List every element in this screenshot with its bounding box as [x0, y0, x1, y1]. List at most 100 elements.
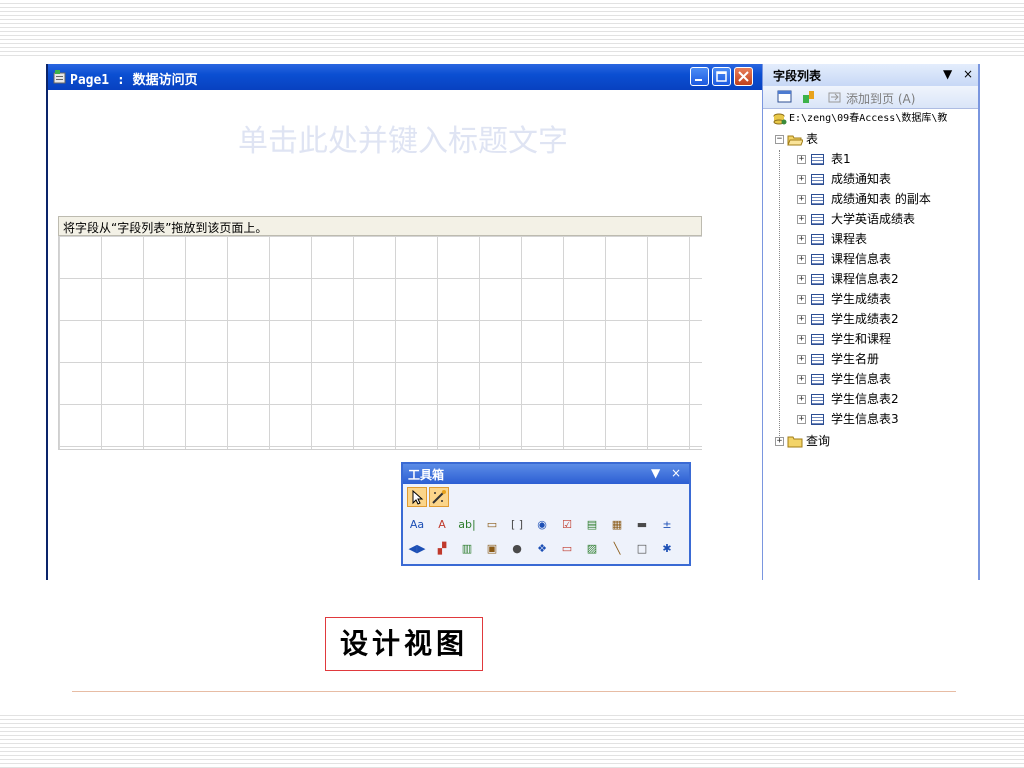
toolbox-tool-icon[interactable]: ●	[507, 539, 527, 559]
toolbox-title: 工具箱	[408, 468, 445, 482]
field-list-toolbar: 添加到页 (A)	[763, 86, 978, 109]
close-button[interactable]	[734, 67, 753, 86]
background-stripes-bottom	[0, 712, 1024, 768]
table-name: 表1	[831, 152, 851, 166]
data-access-page-icon	[53, 70, 66, 84]
toolbox-tool-icon[interactable]: ▥	[457, 539, 477, 559]
toolbox-tool-icon[interactable]: ▞	[432, 539, 452, 559]
chevron-down-icon[interactable]: ▼	[943, 67, 952, 81]
folder-open-icon	[787, 135, 803, 146]
design-grid[interactable]	[58, 236, 702, 450]
maximize-icon	[716, 71, 727, 82]
table-name: 学生信息表2	[831, 392, 899, 406]
add-to-page-button[interactable]: 添加到页 (A)	[846, 90, 915, 107]
table-name: 成绩通知表 的副本	[831, 192, 931, 206]
page-title-placeholder[interactable]: 单击此处并键入标题文字	[46, 116, 760, 160]
expand-icon[interactable]: +	[797, 155, 806, 164]
toolbox-tool-icon[interactable]: A	[432, 515, 452, 535]
expand-icon[interactable]: +	[797, 335, 806, 344]
table-icon	[811, 254, 824, 265]
toolbox-tool-icon[interactable]: ▤	[582, 515, 602, 535]
toolbox-tool-icon[interactable]: ab|	[457, 515, 477, 535]
table-name: 成绩通知表	[831, 172, 892, 186]
toolbox-tool-icon[interactable]: ☑	[557, 515, 577, 535]
toolbox-tool-icon[interactable]: ❖	[532, 539, 552, 559]
expand-icon[interactable]: +	[797, 315, 806, 324]
toolbox-tool-icon[interactable]: ▨	[582, 539, 602, 559]
queries-label: 查询	[806, 434, 831, 448]
table-icon	[811, 374, 824, 385]
table-icon	[811, 354, 824, 365]
expand-icon[interactable]: +	[775, 437, 784, 446]
table-icon	[811, 174, 824, 185]
expand-icon[interactable]: +	[797, 175, 806, 184]
background-stripes-top	[0, 0, 1024, 56]
expand-icon[interactable]: +	[797, 275, 806, 284]
toolbox-tool-icon[interactable]: ▬	[632, 515, 652, 535]
folder-icon	[787, 436, 803, 448]
table-icon	[811, 154, 824, 165]
expand-icon[interactable]: +	[797, 355, 806, 364]
section-header: 将字段从“字段列表”拖放到该页面上。	[58, 216, 702, 236]
expand-icon[interactable]: +	[797, 235, 806, 244]
divider-line	[72, 691, 956, 692]
close-icon	[738, 71, 749, 82]
toolbox-header[interactable]: 工具箱 ▼ ×	[403, 464, 689, 484]
expand-icon[interactable]: +	[797, 415, 806, 424]
expand-icon[interactable]: +	[797, 295, 806, 304]
toolbox-tool-icon[interactable]: ✱	[657, 539, 677, 559]
database-path: E:\zeng\09春Access\数据库\教	[789, 113, 948, 124]
table-icon	[811, 314, 824, 325]
window-titlebar[interactable]: Page1 : 数据访问页	[48, 64, 762, 90]
toolbox-tool-icon[interactable]: ▦	[607, 515, 627, 535]
expand-icon[interactable]: +	[797, 215, 806, 224]
table-icon	[811, 234, 824, 245]
toolbox-tool-icon[interactable]: ╲	[607, 539, 627, 559]
minimize-button[interactable]	[690, 67, 709, 86]
toolbox-tool-icon[interactable]: Aa	[407, 515, 427, 535]
properties-icon[interactable]	[801, 89, 816, 104]
table-name: 课程信息表2	[831, 272, 899, 286]
collapse-icon[interactable]: −	[775, 135, 784, 144]
close-icon[interactable]: ×	[963, 67, 973, 81]
maximize-button[interactable]	[712, 67, 731, 86]
field-list-title: 字段列表	[773, 69, 822, 83]
toolbox-tool-icon[interactable]: □	[632, 539, 652, 559]
table-name: 学生信息表	[831, 372, 892, 386]
table-icon	[811, 394, 824, 405]
table-icon	[811, 214, 824, 225]
field-list-header[interactable]: 字段列表 ▼ ×	[763, 64, 978, 86]
table-name: 学生信息表3	[831, 412, 899, 426]
toolbox-tool-icon[interactable]: ▭	[557, 539, 577, 559]
expand-icon[interactable]: +	[797, 395, 806, 404]
toolbox-tool-icon[interactable]: ◉	[532, 515, 552, 535]
control-wizards-tool-icon[interactable]	[429, 487, 449, 507]
expand-icon[interactable]: +	[797, 375, 806, 384]
table-name: 学生名册	[831, 352, 880, 366]
table-icon	[811, 274, 824, 285]
tree-connector	[779, 150, 780, 440]
close-icon[interactable]: ×	[671, 466, 681, 480]
table-icon	[811, 414, 824, 425]
tables-label: 表	[806, 132, 819, 146]
toolbox-tool-icon[interactable]: ◀▶	[407, 539, 427, 559]
table-name: 学生成绩表2	[831, 312, 899, 326]
add-to-page-icon	[828, 92, 841, 103]
table-name: 学生和课程	[831, 332, 892, 346]
toolbox-tool-icon[interactable]: ±	[657, 515, 677, 535]
select-objects-tool-icon[interactable]	[407, 487, 427, 507]
minimize-icon	[695, 79, 702, 81]
expand-icon[interactable]: +	[797, 255, 806, 264]
toolbox-tool-icon[interactable]: ▣	[482, 539, 502, 559]
chevron-down-icon[interactable]: ▼	[651, 466, 660, 480]
toolbox-panel: 工具箱 ▼ × Aa Aab| ▭[ ] ◉ ☑ ▤ ▦ ▬ ± ◀▶ ▞ ▥ ▣ ● ❖ ▭ ▨ ╲ □ ✱	[401, 462, 691, 566]
caption-design-view: 设计视图	[325, 617, 483, 671]
table-icon	[811, 294, 824, 305]
table-name: 课程信息表	[831, 252, 892, 266]
expand-icon[interactable]: +	[797, 195, 806, 204]
toolbox-tool-icon[interactable]: ▭	[482, 515, 502, 535]
table-name: 学生成绩表	[831, 292, 892, 306]
new-page-icon[interactable]	[777, 89, 792, 104]
table-name: 大学英语成绩表	[831, 212, 916, 226]
toolbox-tool-icon[interactable]: [ ]	[507, 515, 527, 535]
